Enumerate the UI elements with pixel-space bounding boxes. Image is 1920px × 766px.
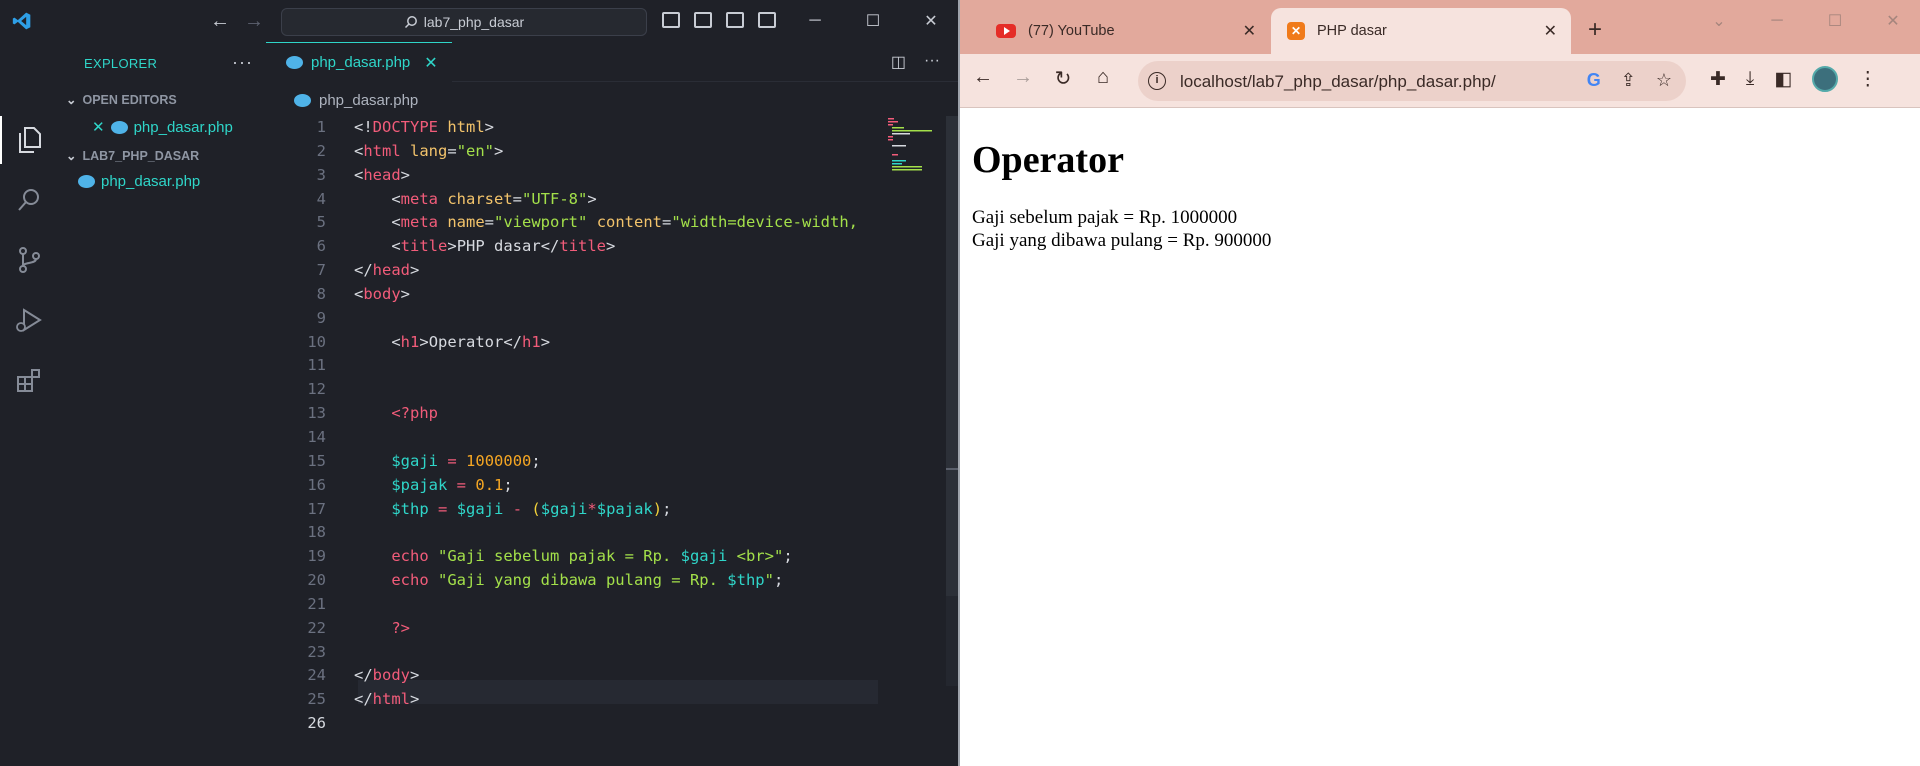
browser-tab-youtube[interactable]: (77) YouTube ✕ xyxy=(970,8,1270,54)
back-arrow-icon[interactable]: ← xyxy=(210,10,230,33)
chevron-down-icon: ⌄ xyxy=(66,93,77,107)
project-folder-section[interactable]: ⌄ LAB7_PHP_DASAR xyxy=(66,148,200,164)
browser-tab-label: PHP dasar xyxy=(1317,23,1387,39)
maximize-icon[interactable]: ☐ xyxy=(1806,8,1864,34)
command-center-text: lab7_php_dasar xyxy=(423,14,525,30)
reload-icon[interactable]: ↻ xyxy=(1048,66,1078,91)
salary-before-tax-text: Gaji sebelum pajak = Rp. 1000000 xyxy=(972,207,1238,228)
open-editors-section[interactable]: ⌄ OPEN EDITORS xyxy=(66,92,177,108)
command-center-search[interactable]: lab7_php_dasar xyxy=(281,8,647,36)
extensions-puzzle-icon[interactable]: ✚ xyxy=(1710,68,1726,91)
minimap[interactable] xyxy=(888,114,948,174)
forward-arrow-icon[interactable]: → xyxy=(244,10,264,33)
close-tab-icon[interactable]: ✕ xyxy=(1243,21,1256,41)
project-file-item[interactable]: php_dasar.php xyxy=(78,173,200,190)
minimize-icon[interactable]: ─ xyxy=(786,8,844,34)
maximize-icon[interactable]: ☐ xyxy=(844,8,902,34)
address-bar[interactable]: i localhost/lab7_php_dasar/php_dasar.php… xyxy=(1138,61,1686,101)
editor-tab[interactable]: php_dasar.php ✕ xyxy=(266,42,452,82)
breadcrumb[interactable]: php_dasar.php xyxy=(294,92,418,109)
current-line-number: 26 xyxy=(307,714,326,733)
explorer-title: EXPLORER xyxy=(84,56,158,71)
bookmark-star-icon[interactable]: ☆ xyxy=(1656,70,1672,91)
toggle-secondary-sidebar-icon[interactable] xyxy=(726,12,744,28)
browser-tab-php-dasar[interactable]: ✕ PHP dasar ✕ xyxy=(1271,8,1571,54)
tab-search-chevron-icon[interactable]: ⌄ xyxy=(1690,8,1748,34)
share-icon[interactable]: ⇪ xyxy=(1621,70,1636,91)
scrollbar-cursor-marker xyxy=(946,468,958,470)
search-icon[interactable] xyxy=(0,176,58,224)
browser-toolbar: ← → ↻ ⌂ i localhost/lab7_php_dasar/php_d… xyxy=(960,54,1920,108)
customize-layout-icon[interactable] xyxy=(758,12,776,28)
side-panel-icon[interactable]: ◧ xyxy=(1774,68,1792,91)
title-bar: ← → lab7_php_dasar ─ ☐ ✕ xyxy=(0,0,958,42)
forward-arrow-icon[interactable]: → xyxy=(1008,66,1038,89)
close-icon[interactable]: ✕ xyxy=(1864,8,1920,34)
editor-scrollbar-thumb[interactable] xyxy=(946,116,958,596)
download-icon[interactable]: ⤓ xyxy=(1746,68,1754,90)
more-actions-icon[interactable]: ··· xyxy=(232,52,253,73)
browser-tab-label: (77) YouTube xyxy=(1028,23,1115,39)
new-tab-button[interactable]: + xyxy=(1588,16,1602,44)
site-info-icon[interactable]: i xyxy=(1148,72,1166,90)
php-file-icon xyxy=(286,56,303,69)
breadcrumb-file: php_dasar.php xyxy=(319,92,419,109)
php-file-icon xyxy=(78,175,95,188)
close-icon[interactable]: ✕ xyxy=(92,118,105,136)
extensions-icon[interactable] xyxy=(0,356,58,404)
address-url: localhost/lab7_php_dasar/php_dasar.php/ xyxy=(1180,72,1496,91)
vscode-logo-icon xyxy=(12,12,31,30)
chevron-down-icon: ⌄ xyxy=(66,149,77,163)
page-heading: Operator xyxy=(972,139,1124,181)
open-editors-label: OPEN EDITORS xyxy=(82,92,177,107)
code-editor[interactable]: 1 <!DOCTYPE html> 2 <html lang="en"> 3 <hea… xyxy=(266,116,958,736)
project-filename: php_dasar.php xyxy=(101,173,201,190)
toggle-panel-icon[interactable] xyxy=(694,12,712,28)
take-home-pay-text: Gaji yang dibawa pulang = Rp. 900000 xyxy=(972,230,1272,251)
open-editor-filename: php_dasar.php xyxy=(133,118,233,136)
php-file-icon xyxy=(294,94,311,107)
close-tab-icon[interactable]: ✕ xyxy=(1544,21,1557,41)
editor-area: php_dasar.php ✕ ◫ ··· php_dasar.php 1 <!D… xyxy=(266,42,958,766)
back-arrow-icon[interactable]: ← xyxy=(968,66,998,89)
home-icon[interactable]: ⌂ xyxy=(1088,66,1118,89)
php-file-icon xyxy=(110,120,128,134)
web-page-content: Operator Gaji sebelum pajak = Rp. 100000… xyxy=(960,108,1920,766)
split-editor-icon[interactable]: ◫ xyxy=(891,52,906,72)
explorer-sidebar: EXPLORER ··· ⌄ OPEN EDITORS ✕ php_dasar.… xyxy=(58,42,266,766)
editor-tab-label: php_dasar.php xyxy=(311,54,411,71)
explorer-icon[interactable] xyxy=(0,116,58,164)
youtube-favicon-icon xyxy=(996,24,1016,38)
project-folder-label: LAB7_PHP_DASAR xyxy=(82,148,200,163)
minimize-icon[interactable]: ─ xyxy=(1748,8,1806,34)
activity-bar xyxy=(0,42,58,766)
browser-tab-strip: (77) YouTube ✕ ✕ PHP dasar ✕ + ⌄ ─ ☐ ✕ xyxy=(960,0,1920,54)
editor-tab-bar: php_dasar.php ✕ ◫ ··· xyxy=(266,42,958,82)
chrome-menu-icon[interactable]: ⋮ xyxy=(1858,68,1877,91)
toggle-primary-sidebar-icon[interactable] xyxy=(662,12,680,28)
xampp-favicon-icon: ✕ xyxy=(1287,22,1305,40)
close-icon[interactable]: ✕ xyxy=(902,8,960,34)
chrome-window: (77) YouTube ✕ ✕ PHP dasar ✕ + ⌄ ─ ☐ ✕ ←… xyxy=(958,0,1920,766)
more-actions-icon[interactable]: ··· xyxy=(924,52,940,72)
google-lens-icon[interactable]: G xyxy=(1587,70,1601,91)
avatar[interactable] xyxy=(1812,66,1839,92)
source-control-icon[interactable] xyxy=(0,236,58,284)
run-debug-icon[interactable] xyxy=(0,296,58,344)
open-editor-item[interactable]: ✕ php_dasar.php xyxy=(92,118,233,137)
vscode-window: ← → lab7_php_dasar ─ ☐ ✕ EXPLORER ··· ⌄ … xyxy=(0,0,958,766)
close-tab-icon[interactable]: ✕ xyxy=(424,53,437,73)
search-icon xyxy=(404,16,417,29)
